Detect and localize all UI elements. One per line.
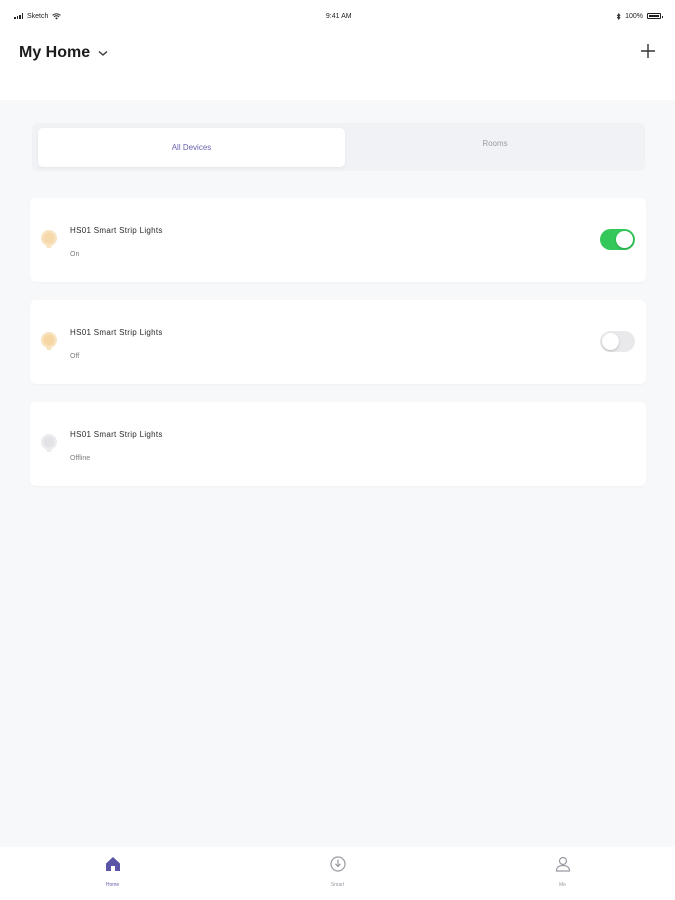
device-name: HS01 Smart Strip Lights bbox=[70, 430, 163, 439]
bulb-icon bbox=[41, 230, 57, 248]
plus-icon[interactable] bbox=[639, 42, 657, 60]
user-icon bbox=[555, 856, 570, 872]
tabbar-home[interactable]: Home bbox=[0, 847, 225, 900]
power-toggle[interactable] bbox=[600, 229, 635, 250]
bulb-icon bbox=[41, 332, 57, 350]
tabbar-home-label: Home bbox=[105, 882, 120, 888]
tabbar-smart[interactable]: Smart bbox=[225, 847, 450, 900]
header: My Home bbox=[0, 32, 675, 100]
device-card[interactable]: HS01 Smart Strip Lights On bbox=[30, 198, 646, 282]
wifi-icon bbox=[52, 12, 62, 19]
device-name: HS01 Smart Strip Lights bbox=[70, 226, 163, 235]
tab-all-devices[interactable]: All Devices bbox=[38, 128, 345, 167]
tabbar-smart-label: Smart bbox=[330, 882, 345, 888]
toggle-knob bbox=[602, 333, 619, 350]
bulb-icon bbox=[41, 434, 57, 452]
device-status: Offline bbox=[70, 455, 91, 462]
status-bar: Sketch 9:41 AM 100% bbox=[0, 0, 675, 32]
device-status: On bbox=[70, 251, 80, 258]
home-selector[interactable]: My Home bbox=[19, 44, 108, 62]
status-time: 9:41 AM bbox=[325, 12, 352, 20]
toggle-knob bbox=[616, 231, 633, 248]
battery-percent: 100% bbox=[625, 12, 643, 20]
power-toggle[interactable] bbox=[600, 331, 635, 352]
page-title: My Home bbox=[19, 44, 91, 61]
bottom-tab-bar: Home Smart Me bbox=[0, 847, 675, 900]
chevron-down-icon bbox=[98, 51, 108, 56]
device-card[interactable]: HS01 Smart Strip Lights Off bbox=[30, 300, 646, 384]
smart-icon bbox=[329, 856, 346, 872]
device-name: HS01 Smart Strip Lights bbox=[70, 328, 163, 337]
status-left: Sketch bbox=[14, 12, 62, 20]
tab-rooms[interactable]: Rooms bbox=[345, 119, 645, 167]
bluetooth-icon bbox=[616, 12, 621, 20]
battery-icon bbox=[647, 13, 663, 19]
device-status: Off bbox=[70, 353, 80, 360]
tabbar-me-label: Me bbox=[559, 882, 566, 888]
app-screen: Sketch 9:41 AM 100% My Home All Devices … bbox=[0, 0, 675, 900]
status-right: 100% bbox=[616, 12, 663, 20]
signal-icon bbox=[14, 13, 23, 19]
segment-control: All Devices Rooms bbox=[32, 123, 645, 171]
device-card[interactable]: HS01 Smart Strip Lights Offline bbox=[30, 402, 646, 486]
home-icon bbox=[105, 857, 120, 871]
tabbar-me[interactable]: Me bbox=[450, 847, 675, 900]
carrier-label: Sketch bbox=[27, 12, 49, 20]
